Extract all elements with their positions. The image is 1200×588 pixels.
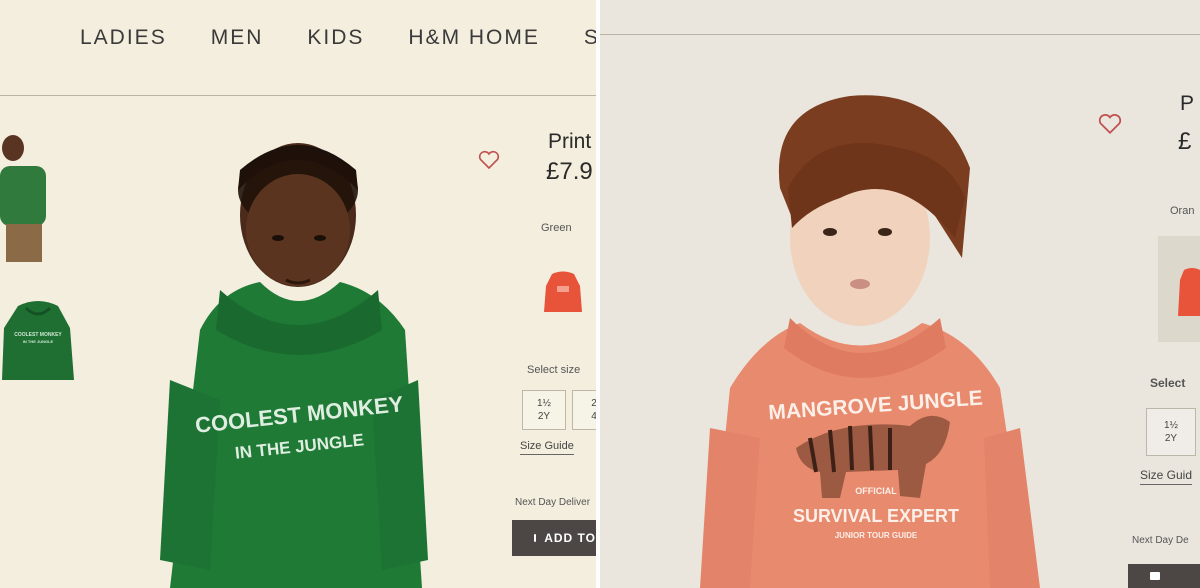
favorite-heart-icon[interactable] — [478, 150, 500, 170]
left-screenshot-panel: LADIES MEN KIDS H&M HOME SA COOLEST MONK… — [0, 0, 596, 588]
hoodie-print-right-line3: SURVIVAL EXPERT — [793, 506, 959, 526]
thumbnail-print-1: COOLEST MONKEY — [14, 332, 62, 338]
size-option-right-1-top: 1½ — [1164, 420, 1178, 431]
bag-icon-right — [1150, 572, 1160, 580]
size-option-1-bottom: 2Y — [537, 411, 551, 422]
size-guide-link[interactable]: Size Guide — [520, 440, 574, 455]
color-label: Green — [541, 222, 572, 234]
nav-hm-home[interactable]: H&M HOME — [408, 26, 540, 50]
color-swatch-orange-right — [1178, 268, 1200, 316]
size-option-1-top: 1½ — [537, 398, 551, 409]
add-to-bag-button-right[interactable] — [1128, 564, 1200, 588]
header-divider — [0, 95, 596, 96]
color-label-right: Oran — [1170, 205, 1195, 217]
select-size-label-right: Select — [1150, 376, 1186, 390]
hoodie-print-right-line2: OFFICIAL — [855, 486, 897, 496]
add-to-bag-button[interactable]: ADD TO — [512, 520, 596, 556]
product-model-image: COOLEST MONKEY IN THE JUNGLE — [160, 143, 428, 588]
header-divider-right — [600, 34, 1200, 35]
size-option-right-1-bottom: 2Y — [1164, 433, 1178, 444]
product-price-right: £ — [1178, 128, 1192, 155]
nav-sale[interactable]: SA — [584, 26, 596, 50]
select-size-label: Select size — [527, 364, 581, 376]
bag-icon — [534, 534, 537, 542]
nav-ladies[interactable]: LADIES — [80, 26, 167, 50]
delivery-info-right: Next Day De — [1132, 535, 1189, 546]
product-price: £7.9 — [546, 158, 593, 185]
add-to-bag-label: ADD TO — [544, 531, 596, 545]
right-screenshot-panel: MANGROVE JUNGLE OFFICIAL SURVIVAL EXPERT… — [600, 0, 1200, 588]
nav-men[interactable]: MEN — [211, 26, 264, 50]
color-swatch-orange[interactable] — [544, 270, 582, 314]
delivery-info: Next Day Deliver — [515, 497, 591, 508]
thumbnail-model[interactable] — [0, 128, 50, 270]
size-option-right-1[interactable]: 1½ 2Y — [1146, 408, 1196, 456]
product-model-image-right: MANGROVE JUNGLE OFFICIAL SURVIVAL EXPERT… — [700, 95, 1040, 588]
product-title: Print — [548, 130, 592, 153]
size-guide-link-right[interactable]: Size Guid — [1140, 468, 1193, 485]
main-navigation: LADIES MEN KIDS H&M HOME SA — [80, 26, 596, 50]
nav-kids[interactable]: KIDS — [307, 26, 364, 50]
color-swatch-box-right[interactable] — [1158, 236, 1200, 342]
size-option-1[interactable]: 1½ 2Y — [522, 390, 566, 430]
thumbnail-print-2: IN THE JUNGLE — [23, 339, 54, 344]
favorite-heart-icon-right[interactable] — [1097, 113, 1123, 135]
hoodie-print-right-line4: JUNIOR TOUR GUIDE — [835, 531, 918, 540]
product-title-right: P — [1180, 92, 1195, 115]
thumbnail-hoodie[interactable]: COOLEST MONKEY IN THE JUNGLE — [0, 298, 76, 384]
size-option-2[interactable]: 24 — [572, 390, 596, 430]
